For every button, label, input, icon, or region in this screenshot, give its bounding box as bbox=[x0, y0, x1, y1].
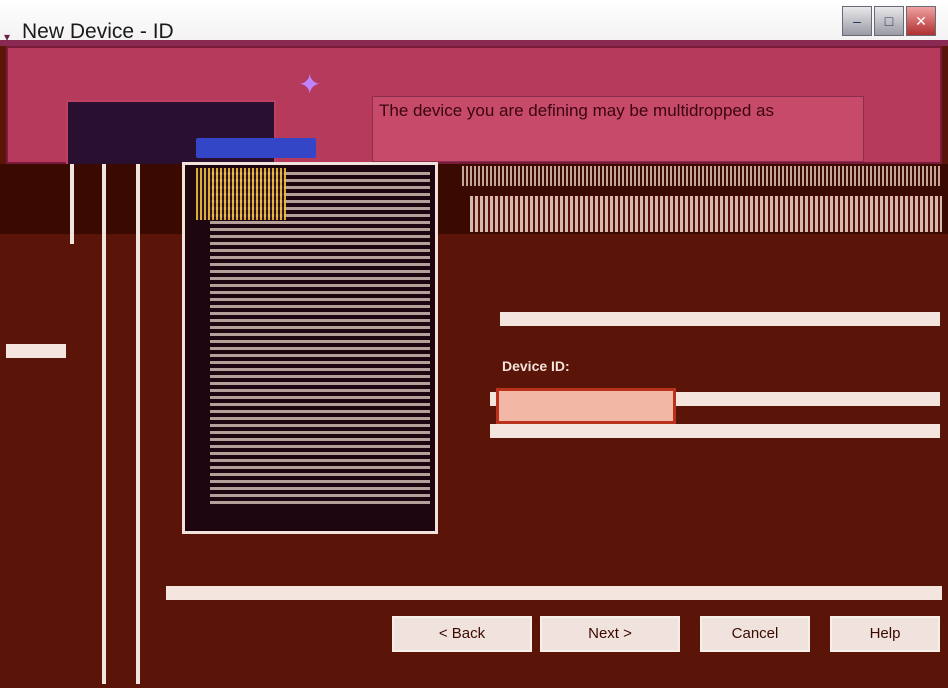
illustration-device-bar bbox=[196, 138, 316, 158]
back-button[interactable]: < Back bbox=[392, 616, 532, 652]
separator bbox=[490, 424, 940, 438]
minimize-button[interactable]: – bbox=[842, 6, 872, 36]
next-button[interactable]: Next > bbox=[540, 616, 680, 652]
instruction-text: The device you are defining may be multi… bbox=[379, 101, 775, 120]
wizard-icon: ✦ bbox=[298, 69, 322, 100]
content-text-row bbox=[462, 166, 942, 186]
wizard-illustration bbox=[66, 100, 276, 170]
maximize-button[interactable]: □ bbox=[874, 6, 904, 36]
cancel-button[interactable]: Cancel bbox=[700, 616, 810, 652]
content-text-row-2 bbox=[470, 196, 942, 232]
instruction-message: The device you are defining may be multi… bbox=[372, 96, 864, 162]
separator bbox=[166, 586, 942, 600]
device-id-label: Device ID: bbox=[502, 358, 570, 374]
title-bar[interactable]: ▾ New Device - ID – □ ✕ bbox=[0, 0, 948, 46]
wizard-window: ▾ New Device - ID – □ ✕ ✦ The device you… bbox=[0, 0, 948, 688]
device-list-selected-item[interactable] bbox=[196, 168, 286, 220]
close-button[interactable]: ✕ bbox=[906, 6, 936, 36]
divider bbox=[102, 164, 106, 684]
divider bbox=[70, 164, 74, 244]
separator bbox=[6, 344, 66, 358]
help-button[interactable]: Help bbox=[830, 616, 940, 652]
divider bbox=[136, 164, 140, 684]
window-title: New Device - ID bbox=[22, 20, 174, 43]
device-id-input[interactable] bbox=[496, 388, 676, 424]
separator bbox=[500, 312, 940, 326]
device-icon: ▾ bbox=[4, 30, 11, 44]
